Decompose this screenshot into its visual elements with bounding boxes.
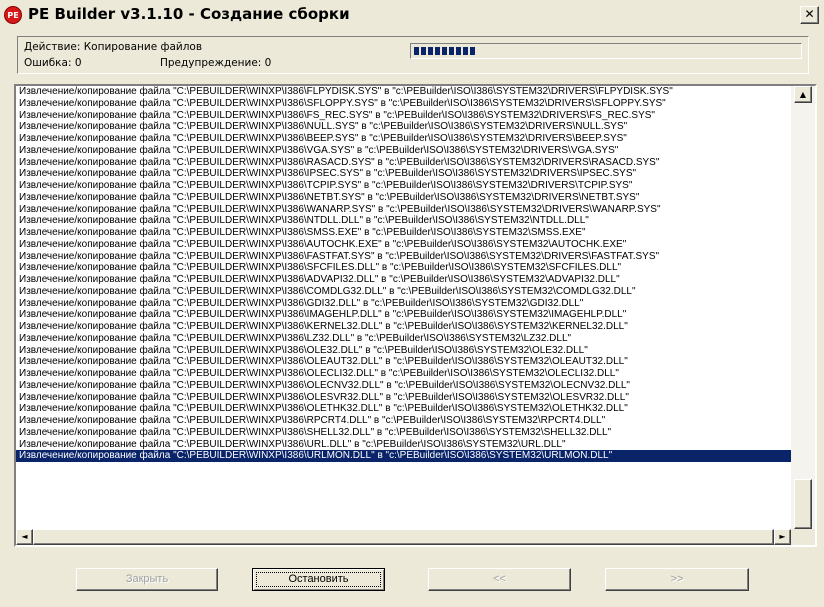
- log-line[interactable]: Извлечение/копирование файла "C:\PEBUILD…: [16, 333, 791, 345]
- stop-button-label: Остановить: [288, 573, 349, 585]
- log-line[interactable]: Извлечение/копирование файла "C:\PEBUILD…: [16, 168, 791, 180]
- log-line[interactable]: Извлечение/копирование файла "C:\PEBUILD…: [16, 309, 791, 321]
- log-line-selected[interactable]: Извлечение/копирование файла "C:\PEBUILD…: [16, 450, 791, 462]
- horizontal-scroll-thumb[interactable]: [33, 529, 774, 545]
- action-status: Действие: Копирование файлов: [24, 41, 203, 53]
- vertical-scroll-thumb[interactable]: [794, 479, 812, 529]
- log-line[interactable]: Извлечение/копирование файла "C:\PEBUILD…: [16, 192, 791, 204]
- log-line[interactable]: Извлечение/копирование файла "C:\PEBUILD…: [16, 204, 791, 216]
- title-bar[interactable]: PE PE Builder v3.1.10 - Создание сборки …: [0, 0, 824, 31]
- progress-block: [435, 47, 440, 55]
- progress-bar: [410, 43, 802, 59]
- progress-block: [456, 47, 461, 55]
- log-line[interactable]: Извлечение/копирование файла "C:\PEBUILD…: [16, 403, 791, 415]
- log-line[interactable]: Извлечение/копирование файла "C:\PEBUILD…: [16, 345, 791, 357]
- arrow-up-icon: ▲: [799, 90, 807, 99]
- log-line[interactable]: Извлечение/копирование файла "C:\PEBUILD…: [16, 415, 791, 427]
- log-list[interactable]: Извлечение/копирование файла "C:\PEBUILD…: [14, 84, 817, 547]
- log-line[interactable]: Извлечение/копирование файла "C:\PEBUILD…: [16, 121, 791, 133]
- log-lines: Извлечение/копирование файла "C:\PEBUILD…: [16, 86, 791, 529]
- progress-block: [463, 47, 468, 55]
- log-line[interactable]: Извлечение/копирование файла "C:\PEBUILD…: [16, 274, 791, 286]
- log-line[interactable]: Извлечение/копирование файла "C:\PEBUILD…: [16, 298, 791, 310]
- progress-block: [428, 47, 433, 55]
- pe-builder-app-icon: PE: [4, 6, 22, 24]
- log-line[interactable]: Извлечение/копирование файла "C:\PEBUILD…: [16, 251, 791, 263]
- close-button[interactable]: Закрыть: [76, 568, 218, 591]
- log-line[interactable]: Извлечение/копирование файла "C:\PEBUILD…: [16, 262, 791, 274]
- close-window-button[interactable]: ✕: [800, 6, 819, 24]
- vertical-scrollbar[interactable]: ▲: [791, 86, 815, 529]
- log-line[interactable]: Извлечение/копирование файла "C:\PEBUILD…: [16, 98, 791, 110]
- log-line[interactable]: Извлечение/копирование файла "C:\PEBUILD…: [16, 368, 791, 380]
- log-line[interactable]: Извлечение/копирование файла "C:\PEBUILD…: [16, 86, 791, 98]
- log-line[interactable]: Извлечение/копирование файла "C:\PEBUILD…: [16, 227, 791, 239]
- progress-fill: [414, 47, 477, 55]
- progress-block: [442, 47, 447, 55]
- progress-block: [414, 47, 419, 55]
- arrow-right-icon: ►: [779, 532, 786, 541]
- log-line[interactable]: Извлечение/копирование файла "C:\PEBUILD…: [16, 380, 791, 392]
- window-title: PE Builder v3.1.10 - Создание сборки: [28, 5, 350, 23]
- previous-button[interactable]: <<: [428, 568, 571, 591]
- log-line[interactable]: Извлечение/копирование файла "C:\PEBUILD…: [16, 427, 791, 439]
- log-line[interactable]: Извлечение/копирование файла "C:\PEBUILD…: [16, 180, 791, 192]
- log-line[interactable]: Извлечение/копирование файла "C:\PEBUILD…: [16, 157, 791, 169]
- error-count: Ошибка: 0: [24, 57, 82, 69]
- log-line[interactable]: Извлечение/копирование файла "C:\PEBUILD…: [16, 239, 791, 251]
- progress-block: [421, 47, 426, 55]
- log-line[interactable]: Извлечение/копирование файла "C:\PEBUILD…: [16, 392, 791, 404]
- log-line[interactable]: Извлечение/копирование файла "C:\PEBUILD…: [16, 286, 791, 298]
- log-line[interactable]: Извлечение/копирование файла "C:\PEBUILD…: [16, 439, 791, 451]
- scroll-right-button[interactable]: ►: [774, 529, 791, 545]
- scroll-left-button[interactable]: ◄: [16, 529, 33, 545]
- next-button[interactable]: >>: [605, 568, 749, 591]
- log-line[interactable]: Извлечение/копирование файла "C:\PEBUILD…: [16, 356, 791, 368]
- log-line[interactable]: Извлечение/копирование файла "C:\PEBUILD…: [16, 145, 791, 157]
- log-line[interactable]: Извлечение/копирование файла "C:\PEBUILD…: [16, 321, 791, 333]
- log-line[interactable]: Извлечение/копирование файла "C:\PEBUILD…: [16, 133, 791, 145]
- scroll-up-button[interactable]: ▲: [794, 86, 812, 103]
- stop-button[interactable]: Остановить: [252, 568, 385, 591]
- horizontal-scrollbar[interactable]: ◄ ►: [16, 529, 791, 545]
- progress-block: [470, 47, 475, 55]
- scrollbar-corner: [791, 529, 815, 545]
- log-line[interactable]: Извлечение/копирование файла "C:\PEBUILD…: [16, 110, 791, 122]
- progress-block: [449, 47, 454, 55]
- arrow-left-icon: ◄: [21, 532, 28, 541]
- warning-count: Предупреждение: 0: [160, 57, 272, 69]
- log-line[interactable]: Извлечение/копирование файла "C:\PEBUILD…: [16, 215, 791, 227]
